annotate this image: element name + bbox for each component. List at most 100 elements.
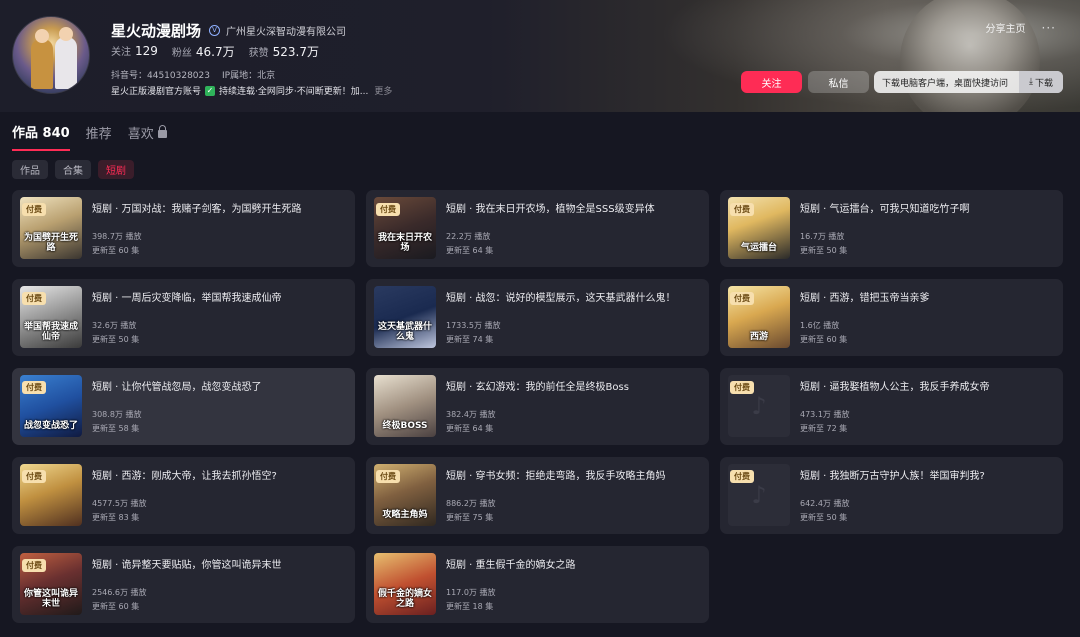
drama-card[interactable]: 西游 付费 短剧 · 西游，错把玉帝当亲爹 1.6亿 播放 更新至 60 集 <box>720 279 1063 356</box>
paid-badge: 付费 <box>730 470 754 483</box>
play-count: 2546.6万 播放 <box>92 588 147 597</box>
tab-recommend[interactable]: 推荐 <box>86 122 112 151</box>
paid-badge: 付费 <box>730 381 754 394</box>
drama-thumbnail[interactable]: 终极BOSS <box>374 375 436 437</box>
drama-title[interactable]: 短剧 · 气运擂台，可我只知道吃竹子啊 <box>800 200 1055 215</box>
profile-meta: 抖音号：44510328023 IP属地：北京 <box>111 68 275 81</box>
douyin-id: 抖音号：44510328023 <box>111 71 210 81</box>
drama-card[interactable]: 假千金的嫡女之路 短剧 · 重生假千金的嫡女之路 117.0万 播放 更新至 18 … <box>366 546 709 623</box>
paid-badge: 付费 <box>730 203 754 216</box>
play-count: 398.7万 播放 <box>92 232 142 241</box>
bio-more-link[interactable]: 更多 <box>374 84 392 97</box>
drama-card[interactable]: 气运擂台 付费 短剧 · 气运擂台，可我只知道吃竹子啊 16.7万 播放 更新至 5… <box>720 190 1063 267</box>
top-right-actions: 分享主页 ··· <box>986 20 1056 36</box>
episode-count: 更新至 64 集 <box>446 424 494 433</box>
drama-title[interactable]: 短剧 · 西游，错把玉帝当亲爹 <box>800 289 1055 304</box>
tab-works[interactable]: 作品 840 <box>12 122 70 151</box>
drama-title[interactable]: 短剧 · 逼我娶植物人公主，我反手养成女帝 <box>800 378 1055 393</box>
drama-card[interactable]: ♪ 付费 短剧 · 逼我娶植物人公主，我反手养成女帝 473.1万 播放 更新至 7… <box>720 368 1063 445</box>
drama-title[interactable]: 短剧 · 战忽：说好的模型展示，这天基武器什么鬼！ <box>446 289 701 304</box>
episode-count: 更新至 50 集 <box>800 246 848 255</box>
play-count: 117.0万 播放 <box>446 588 496 597</box>
message-button[interactable]: 私信 <box>808 71 869 93</box>
ip-location: IP属地：北京 <box>222 71 276 81</box>
profile-name-row: 星火动漫剧场 V 广州星火深智动漫有限公司 <box>111 20 346 41</box>
episode-count: 更新至 18 集 <box>446 602 494 611</box>
download-hint: 下载电脑客户端，桌面快捷访问 <box>882 78 1009 89</box>
paid-badge: 付费 <box>376 470 400 483</box>
play-count: 308.8万 播放 <box>92 410 142 419</box>
drama-card[interactable]: 战忽变战恐了 付费 短剧 · 让你代管战忽局，战忽变战恐了 308.8万 播放 更新… <box>12 368 355 445</box>
episode-count: 更新至 75 集 <box>446 513 494 522</box>
episode-count: 更新至 58 集 <box>92 424 140 433</box>
profile-tabs: 作品 840 推荐 喜欢 <box>12 122 167 151</box>
drama-card[interactable]: 我在末日开农场 付费 短剧 · 我在末日开农场，植物全是SSS级变异体 22.2万… <box>366 190 709 267</box>
play-count: 886.2万 播放 <box>446 499 496 508</box>
drama-title[interactable]: 短剧 · 我在末日开农场，植物全是SSS级变异体 <box>446 200 701 215</box>
drama-title[interactable]: 短剧 · 我独断万古守护人族！举国审判我? <box>800 467 1055 482</box>
stat-followers[interactable]: 粉丝 46.7万 <box>172 43 235 60</box>
profile-stats: 关注 129 粉丝 46.7万 获赞 523.7万 <box>111 43 319 60</box>
drama-card[interactable]: 你管这叫诡异末世 付费 短剧 · 诡异整天要贴贴，你管这叫诡异末世 2546.6万… <box>12 546 355 623</box>
profile-name: 星火动漫剧场 <box>111 22 202 40</box>
drama-card[interactable]: ♪ 付费 短剧 · 我独断万古守护人族！举国审判我? 642.4万 播放 更新至 5… <box>720 457 1063 534</box>
drama-thumbnail[interactable]: 这天基武器什么鬼 <box>374 286 436 348</box>
drama-title[interactable]: 短剧 · 一周后灾变降临，举国帮我速成仙帝 <box>92 289 347 304</box>
filter-works[interactable]: 作品 <box>12 160 48 179</box>
episode-count: 更新至 60 集 <box>92 602 140 611</box>
follow-button[interactable]: 关注 <box>741 71 802 93</box>
company-name[interactable]: 广州星火深智动漫有限公司 <box>226 23 346 38</box>
episode-count: 更新至 60 集 <box>800 335 848 344</box>
paid-badge: 付费 <box>22 292 46 305</box>
play-count: 642.4万 播放 <box>800 499 850 508</box>
header-character-art <box>900 0 1040 112</box>
drama-title[interactable]: 短剧 · 穿书女频：拒绝走弯路，我反手攻略主角妈 <box>446 467 701 482</box>
drama-card[interactable]: 付费 短剧 · 西游：刚成大帝，让我去抓孙悟空? 4577.5万 播放 更新至 83… <box>12 457 355 534</box>
download-client-banner: 下载电脑客户端，桌面快捷访问 ⤓ 下载 <box>874 71 1063 93</box>
drama-title[interactable]: 短剧 · 西游：刚成大帝，让我去抓孙悟空? <box>92 467 347 482</box>
drama-title[interactable]: 短剧 · 玄幻游戏：我的前任全是终极Boss <box>446 378 701 393</box>
drama-title[interactable]: 短剧 · 诡异整天要贴贴，你管这叫诡异末世 <box>92 556 347 571</box>
bio-text: 星火正版漫剧官方账号 <box>111 87 202 97</box>
profile-bio: 星火正版漫剧官方账号 ✓ 持续连载·全网同步·不间断更新！加... 更多 <box>111 84 392 97</box>
verified-icon: V <box>209 25 221 36</box>
drama-card[interactable]: 终极BOSS 短剧 · 玄幻游戏：我的前任全是终极Boss 382.4万 播放 更新… <box>366 368 709 445</box>
download-icon: ⤓ <box>1029 77 1033 87</box>
paid-badge: 付费 <box>22 559 46 572</box>
paid-badge: 付费 <box>22 470 46 483</box>
drama-card[interactable]: 为国劈开生死路 付费 短剧 · 万国对战：我赌子剑客，为国劈开生死路 398.7万… <box>12 190 355 267</box>
tiktok-placeholder-icon: ♪ <box>751 392 767 420</box>
paid-badge: 付费 <box>22 381 46 394</box>
tab-likes[interactable]: 喜欢 <box>128 122 167 151</box>
download-button[interactable]: ⤓ 下载 <box>1019 71 1063 93</box>
stat-following[interactable]: 关注 129 <box>111 43 158 60</box>
play-count: 16.7万 播放 <box>800 232 845 241</box>
episode-count: 更新至 74 集 <box>446 335 494 344</box>
drama-thumbnail[interactable]: 假千金的嫡女之路 <box>374 553 436 615</box>
drama-card[interactable]: 这天基武器什么鬼 短剧 · 战忽：说好的模型展示，这天基武器什么鬼！ 1733.5… <box>366 279 709 356</box>
more-icon[interactable]: ··· <box>1042 21 1056 35</box>
drama-title[interactable]: 短剧 · 万国对战：我赌子剑客，为国劈开生死路 <box>92 200 347 215</box>
paid-badge: 付费 <box>376 203 400 216</box>
bio-text-cont: 持续连载·全网同步·不间断更新！加... <box>219 87 369 97</box>
play-count: 1733.5万 播放 <box>446 321 501 330</box>
drama-grid: 为国劈开生死路 付费 短剧 · 万国对战：我赌子剑客，为国劈开生死路 398.7万… <box>12 190 1063 623</box>
play-count: 4577.5万 播放 <box>92 499 147 508</box>
filter-short-drama[interactable]: 短剧 <box>98 160 134 179</box>
play-count: 32.6万 播放 <box>92 321 137 330</box>
lock-icon <box>157 125 167 138</box>
episode-count: 更新至 64 集 <box>446 246 494 255</box>
episode-count: 更新至 50 集 <box>800 513 848 522</box>
avatar[interactable] <box>12 16 90 94</box>
drama-title[interactable]: 短剧 · 让你代管战忽局，战忽变战恐了 <box>92 378 347 393</box>
episode-count: 更新至 72 集 <box>800 424 848 433</box>
drama-card[interactable]: 举国帮我速成仙帝 付费 短剧 · 一周后灾变降临，举国帮我速成仙帝 32.6万 播… <box>12 279 355 356</box>
drama-title[interactable]: 短剧 · 重生假千金的嫡女之路 <box>446 556 701 571</box>
filter-chips: 作品 合集 短剧 <box>12 160 134 179</box>
share-profile-link[interactable]: 分享主页 <box>986 20 1026 35</box>
filter-collections[interactable]: 合集 <box>55 160 91 179</box>
episode-count: 更新至 83 集 <box>92 513 140 522</box>
play-count: 1.6亿 播放 <box>800 321 840 330</box>
play-count: 22.2万 播放 <box>446 232 491 241</box>
drama-card[interactable]: 攻略主角妈 付费 短剧 · 穿书女频：拒绝走弯路，我反手攻略主角妈 886.2万 … <box>366 457 709 534</box>
